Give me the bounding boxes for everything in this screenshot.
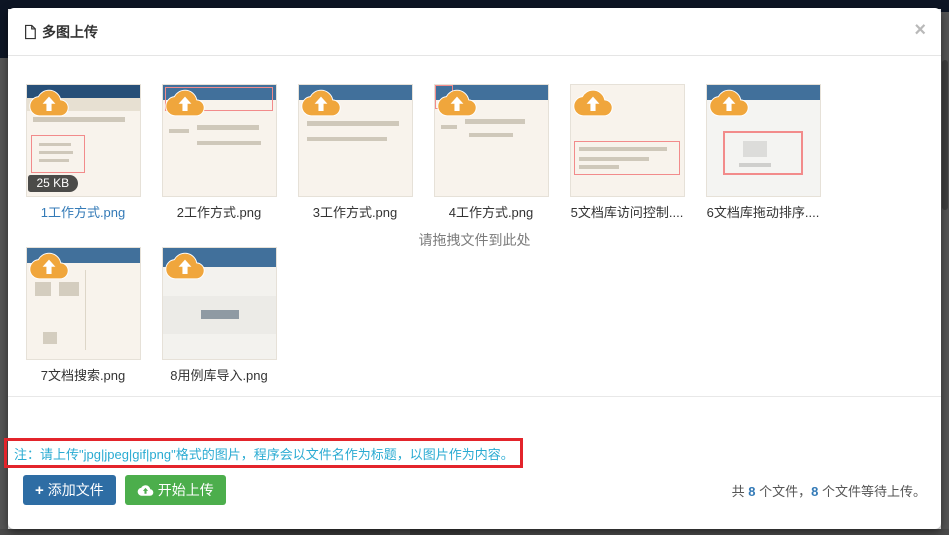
upload-pending-cloud-icon [28, 89, 69, 117]
upload-pending-cloud-icon [164, 252, 205, 280]
add-files-button[interactable]: + 添加文件 [23, 475, 116, 505]
upload-pending-cloud-icon [300, 89, 341, 117]
multi-image-upload-dialog: 多图上传 × 25 KB 1工作方式.png 2工作方式.png 3工作方式.p… [4, 8, 941, 529]
footer-buttons: + 添加文件 开始上传 [23, 475, 226, 505]
file-queue-item: 8用例库导入.png [159, 247, 279, 384]
taskbar-item [80, 529, 390, 535]
file-name: 4工作方式.png [448, 205, 534, 220]
file-queue-item: 3工作方式.png [295, 84, 415, 221]
file-queue-item: 7文档搜索.png [23, 247, 143, 384]
upload-status-text: 共 8 个文件，8 个文件等待上传。 [732, 481, 926, 500]
page-background: 多图上传 × 25 KB 1工作方式.png 2工作方式.png 3工作方式.p… [0, 0, 949, 535]
status-between: 个文件， [755, 483, 812, 499]
dialog-title-text: 多图上传 [42, 24, 98, 40]
taskbar [0, 529, 949, 535]
file-queue-item: 5文档库访问控制.... [567, 84, 687, 221]
file-name: 2工作方式.png [176, 205, 262, 220]
upload-pending-cloud-icon [28, 252, 69, 280]
upload-pending-cloud-icon [708, 89, 749, 117]
drop-hint-text: 请拖拽文件到此处 [418, 232, 531, 248]
file-name: 8用例库导入.png [170, 368, 268, 383]
file-thumbnail [161, 84, 277, 197]
status-suffix: 个文件等待上传。 [818, 483, 926, 499]
dialog-footer: + 添加文件 开始上传 共 8 个文件，8 个文件等待上传。 [23, 473, 926, 507]
add-files-label: 添加文件 [47, 482, 104, 498]
file-name: 7文档搜索.png [40, 368, 126, 383]
file-size-badge: 25 KB [27, 175, 79, 192]
file-queue-item: 2工作方式.png [159, 84, 279, 221]
file-thumbnail: 25 KB [25, 84, 141, 197]
file-name: 6文档库拖动排序.... [706, 205, 820, 220]
status-prefix: 共 [731, 483, 749, 499]
upload-pending-cloud-icon [164, 89, 205, 117]
dropzone[interactable]: 25 KB 1工作方式.png 2工作方式.png 3工作方式.png 4工作方… [8, 56, 941, 397]
taskbar-item [410, 529, 470, 535]
file-queue-item: 6文档库拖动排序.... [703, 84, 823, 221]
file-name: 3工作方式.png [312, 205, 398, 220]
file-thumbnail [433, 84, 549, 197]
dialog-header: 多图上传 × [8, 8, 941, 56]
file-name[interactable]: 1工作方式.png [23, 202, 143, 221]
cloud-upload-icon [137, 484, 154, 496]
status-total-count: 8 [748, 483, 756, 499]
document-icon [25, 24, 36, 40]
upload-pending-cloud-icon [572, 89, 613, 117]
page-scrollbar[interactable] [942, 60, 948, 210]
file-name: 5文档库访问控制.... [570, 205, 684, 220]
start-upload-label: 开始上传 [157, 482, 214, 498]
start-upload-button[interactable]: 开始上传 [124, 475, 226, 505]
annotation-red-box: 注：请上传"jpg|jpeg|gif|png"格式的图片，程序会以文件名作为标题… [4, 438, 523, 468]
dialog-title: 多图上传 [23, 22, 98, 42]
file-queue-item: 4工作方式.png [431, 84, 551, 221]
file-thumbnail [161, 247, 277, 360]
upload-pending-cloud-icon [436, 89, 477, 117]
file-queue-item: 25 KB 1工作方式.png [23, 84, 143, 221]
close-icon[interactable]: × [914, 20, 926, 40]
plus-icon: + [35, 481, 44, 499]
file-thumbnail [25, 247, 141, 360]
file-thumbnail [705, 84, 821, 197]
upload-note: 注：请上传"jpg|jpeg|gif|png"格式的图片，程序会以文件名作为标题… [14, 446, 514, 462]
file-thumbnail [297, 84, 413, 197]
file-thumbnail [569, 84, 685, 197]
